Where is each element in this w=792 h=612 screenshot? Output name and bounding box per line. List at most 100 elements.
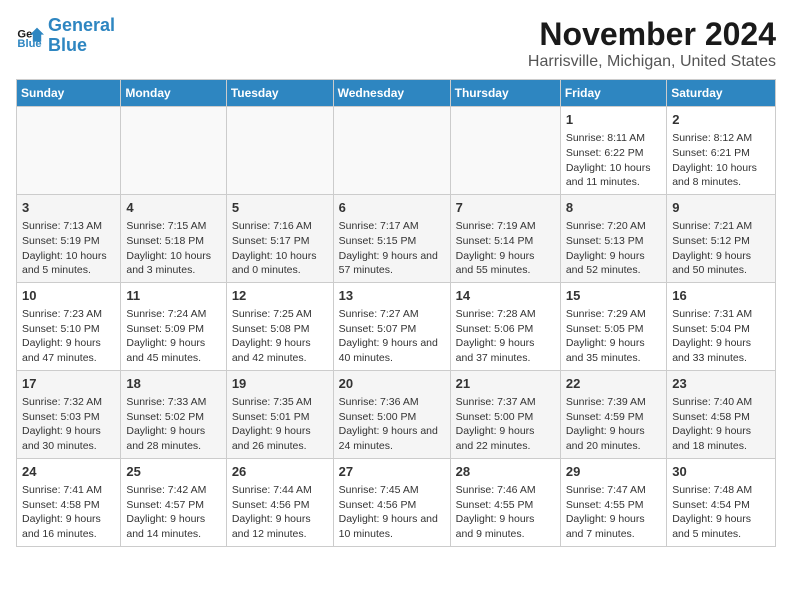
day-number: 6 (339, 199, 445, 217)
day-number: 25 (126, 463, 220, 481)
calendar-cell: 14 Sunrise: 7:28 AM Sunset: 5:06 PM Dayli… (450, 282, 560, 370)
header-day-wednesday: Wednesday (333, 80, 450, 107)
day-info: Sunrise: 7:28 AM Sunset: 5:06 PM Dayligh… (456, 307, 555, 366)
day-number: 20 (339, 375, 445, 393)
week-row-3: 10Sunrise: 7:23 AM Sunset: 5:10 PM Dayli… (17, 282, 776, 370)
week-row-1: 1 Sunrise: 8:11 AM Sunset: 6:22 PM Daylig… (17, 107, 776, 195)
day-number: 16 (672, 287, 770, 305)
week-row-2: 3 Sunrise: 7:13 AM Sunset: 5:19 PM Daylig… (17, 194, 776, 282)
logo: Gen Blue General Blue (16, 16, 115, 56)
calendar-cell: 16Sunrise: 7:31 AM Sunset: 5:04 PM Dayli… (667, 282, 776, 370)
day-number: 13 (339, 287, 445, 305)
day-info: Sunrise: 7:16 AM Sunset: 5:17 PM Dayligh… (232, 219, 328, 278)
header-row: SundayMondayTuesdayWednesdayThursdayFrid… (17, 80, 776, 107)
header-day-saturday: Saturday (667, 80, 776, 107)
day-info: Sunrise: 7:41 AM Sunset: 4:58 PM Dayligh… (22, 483, 115, 542)
day-info: Sunrise: 7:42 AM Sunset: 4:57 PM Dayligh… (126, 483, 220, 542)
day-info: Sunrise: 7:19 AM Sunset: 5:14 PM Dayligh… (456, 219, 555, 278)
calendar-cell: 21 Sunrise: 7:37 AM Sunset: 5:00 PM Dayli… (450, 370, 560, 458)
calendar-cell: 18Sunrise: 7:33 AM Sunset: 5:02 PM Dayli… (121, 370, 226, 458)
day-number: 7 (456, 199, 555, 217)
calendar-cell (333, 107, 450, 195)
day-info: Sunrise: 7:46 AM Sunset: 4:55 PM Dayligh… (456, 483, 555, 542)
header-day-monday: Monday (121, 80, 226, 107)
day-info: Sunrise: 7:44 AM Sunset: 4:56 PM Dayligh… (232, 483, 328, 542)
day-number: 5 (232, 199, 328, 217)
day-number: 4 (126, 199, 220, 217)
page-header: Gen Blue General Blue November 2024 Harr… (16, 16, 776, 71)
calendar-cell: 20 Sunrise: 7:36 AM Sunset: 5:00 PM Dayli… (333, 370, 450, 458)
day-number: 21 (456, 375, 555, 393)
week-row-4: 17 Sunrise: 7:32 AM Sunset: 5:03 PM Dayli… (17, 370, 776, 458)
day-info: Sunrise: 7:36 AM Sunset: 5:00 PM Dayligh… (339, 395, 445, 454)
day-number: 22 (566, 375, 661, 393)
day-info: Sunrise: 7:32 AM Sunset: 5:03 PM Dayligh… (22, 395, 115, 454)
calendar-cell: 24 Sunrise: 7:41 AM Sunset: 4:58 PM Dayli… (17, 458, 121, 546)
calendar-table: SundayMondayTuesdayWednesdayThursdayFrid… (16, 79, 776, 547)
calendar-body: 1 Sunrise: 8:11 AM Sunset: 6:22 PM Daylig… (17, 107, 776, 547)
day-number: 24 (22, 463, 115, 481)
day-info: Sunrise: 8:12 AM Sunset: 6:21 PM Dayligh… (672, 131, 770, 190)
calendar-cell: 11Sunrise: 7:24 AM Sunset: 5:09 PM Dayli… (121, 282, 226, 370)
day-number: 28 (456, 463, 555, 481)
day-number: 30 (672, 463, 770, 481)
calendar-cell: 1 Sunrise: 8:11 AM Sunset: 6:22 PM Daylig… (560, 107, 666, 195)
day-number: 18 (126, 375, 220, 393)
calendar-cell: 4 Sunrise: 7:15 AM Sunset: 5:18 PM Daylig… (121, 194, 226, 282)
calendar-cell: 15 Sunrise: 7:29 AM Sunset: 5:05 PM Dayli… (560, 282, 666, 370)
day-number: 8 (566, 199, 661, 217)
calendar-cell: 7 Sunrise: 7:19 AM Sunset: 5:14 PM Daylig… (450, 194, 560, 282)
calendar-subtitle: Harrisville, Michigan, United States (528, 53, 776, 71)
logo-text-blue: Blue (48, 36, 115, 56)
day-info: Sunrise: 7:35 AM Sunset: 5:01 PM Dayligh… (232, 395, 328, 454)
title-block: November 2024 Harrisville, Michigan, Uni… (528, 16, 776, 71)
day-number: 17 (22, 375, 115, 393)
calendar-cell: 12Sunrise: 7:25 AM Sunset: 5:08 PM Dayli… (226, 282, 333, 370)
day-info: Sunrise: 8:11 AM Sunset: 6:22 PM Dayligh… (566, 131, 661, 190)
calendar-cell: 22 Sunrise: 7:39 AM Sunset: 4:59 PM Dayli… (560, 370, 666, 458)
day-info: Sunrise: 7:15 AM Sunset: 5:18 PM Dayligh… (126, 219, 220, 278)
day-number: 23 (672, 375, 770, 393)
calendar-cell: 26Sunrise: 7:44 AM Sunset: 4:56 PM Dayli… (226, 458, 333, 546)
day-info: Sunrise: 7:40 AM Sunset: 4:58 PM Dayligh… (672, 395, 770, 454)
calendar-cell: 3 Sunrise: 7:13 AM Sunset: 5:19 PM Daylig… (17, 194, 121, 282)
calendar-cell (450, 107, 560, 195)
day-number: 2 (672, 111, 770, 129)
day-number: 3 (22, 199, 115, 217)
day-number: 14 (456, 287, 555, 305)
day-info: Sunrise: 7:39 AM Sunset: 4:59 PM Dayligh… (566, 395, 661, 454)
day-number: 12 (232, 287, 328, 305)
calendar-header: SundayMondayTuesdayWednesdayThursdayFrid… (17, 80, 776, 107)
header-day-tuesday: Tuesday (226, 80, 333, 107)
calendar-cell: 8 Sunrise: 7:20 AM Sunset: 5:13 PM Daylig… (560, 194, 666, 282)
week-row-5: 24 Sunrise: 7:41 AM Sunset: 4:58 PM Dayli… (17, 458, 776, 546)
day-number: 15 (566, 287, 661, 305)
calendar-cell: 10Sunrise: 7:23 AM Sunset: 5:10 PM Dayli… (17, 282, 121, 370)
header-day-thursday: Thursday (450, 80, 560, 107)
day-info: Sunrise: 7:23 AM Sunset: 5:10 PM Dayligh… (22, 307, 115, 366)
day-info: Sunrise: 7:27 AM Sunset: 5:07 PM Dayligh… (339, 307, 445, 366)
day-info: Sunrise: 7:17 AM Sunset: 5:15 PM Dayligh… (339, 219, 445, 278)
day-number: 9 (672, 199, 770, 217)
day-number: 19 (232, 375, 328, 393)
calendar-cell: 17 Sunrise: 7:32 AM Sunset: 5:03 PM Dayli… (17, 370, 121, 458)
day-number: 27 (339, 463, 445, 481)
day-info: Sunrise: 7:29 AM Sunset: 5:05 PM Dayligh… (566, 307, 661, 366)
day-number: 1 (566, 111, 661, 129)
calendar-cell: 19 Sunrise: 7:35 AM Sunset: 5:01 PM Dayli… (226, 370, 333, 458)
calendar-cell: 23 Sunrise: 7:40 AM Sunset: 4:58 PM Dayli… (667, 370, 776, 458)
calendar-cell (121, 107, 226, 195)
day-info: Sunrise: 7:37 AM Sunset: 5:00 PM Dayligh… (456, 395, 555, 454)
day-info: Sunrise: 7:13 AM Sunset: 5:19 PM Dayligh… (22, 219, 115, 278)
day-info: Sunrise: 7:20 AM Sunset: 5:13 PM Dayligh… (566, 219, 661, 278)
calendar-cell (226, 107, 333, 195)
logo-text-general: General (48, 16, 115, 36)
calendar-cell (17, 107, 121, 195)
calendar-cell: 5 Sunrise: 7:16 AM Sunset: 5:17 PM Daylig… (226, 194, 333, 282)
calendar-cell: 6 Sunrise: 7:17 AM Sunset: 5:15 PM Daylig… (333, 194, 450, 282)
day-info: Sunrise: 7:47 AM Sunset: 4:55 PM Dayligh… (566, 483, 661, 542)
calendar-cell: 28 Sunrise: 7:46 AM Sunset: 4:55 PM Dayli… (450, 458, 560, 546)
day-info: Sunrise: 7:48 AM Sunset: 4:54 PM Dayligh… (672, 483, 770, 542)
calendar-cell: 30 Sunrise: 7:48 AM Sunset: 4:54 PM Dayli… (667, 458, 776, 546)
calendar-cell: 25 Sunrise: 7:42 AM Sunset: 4:57 PM Dayli… (121, 458, 226, 546)
